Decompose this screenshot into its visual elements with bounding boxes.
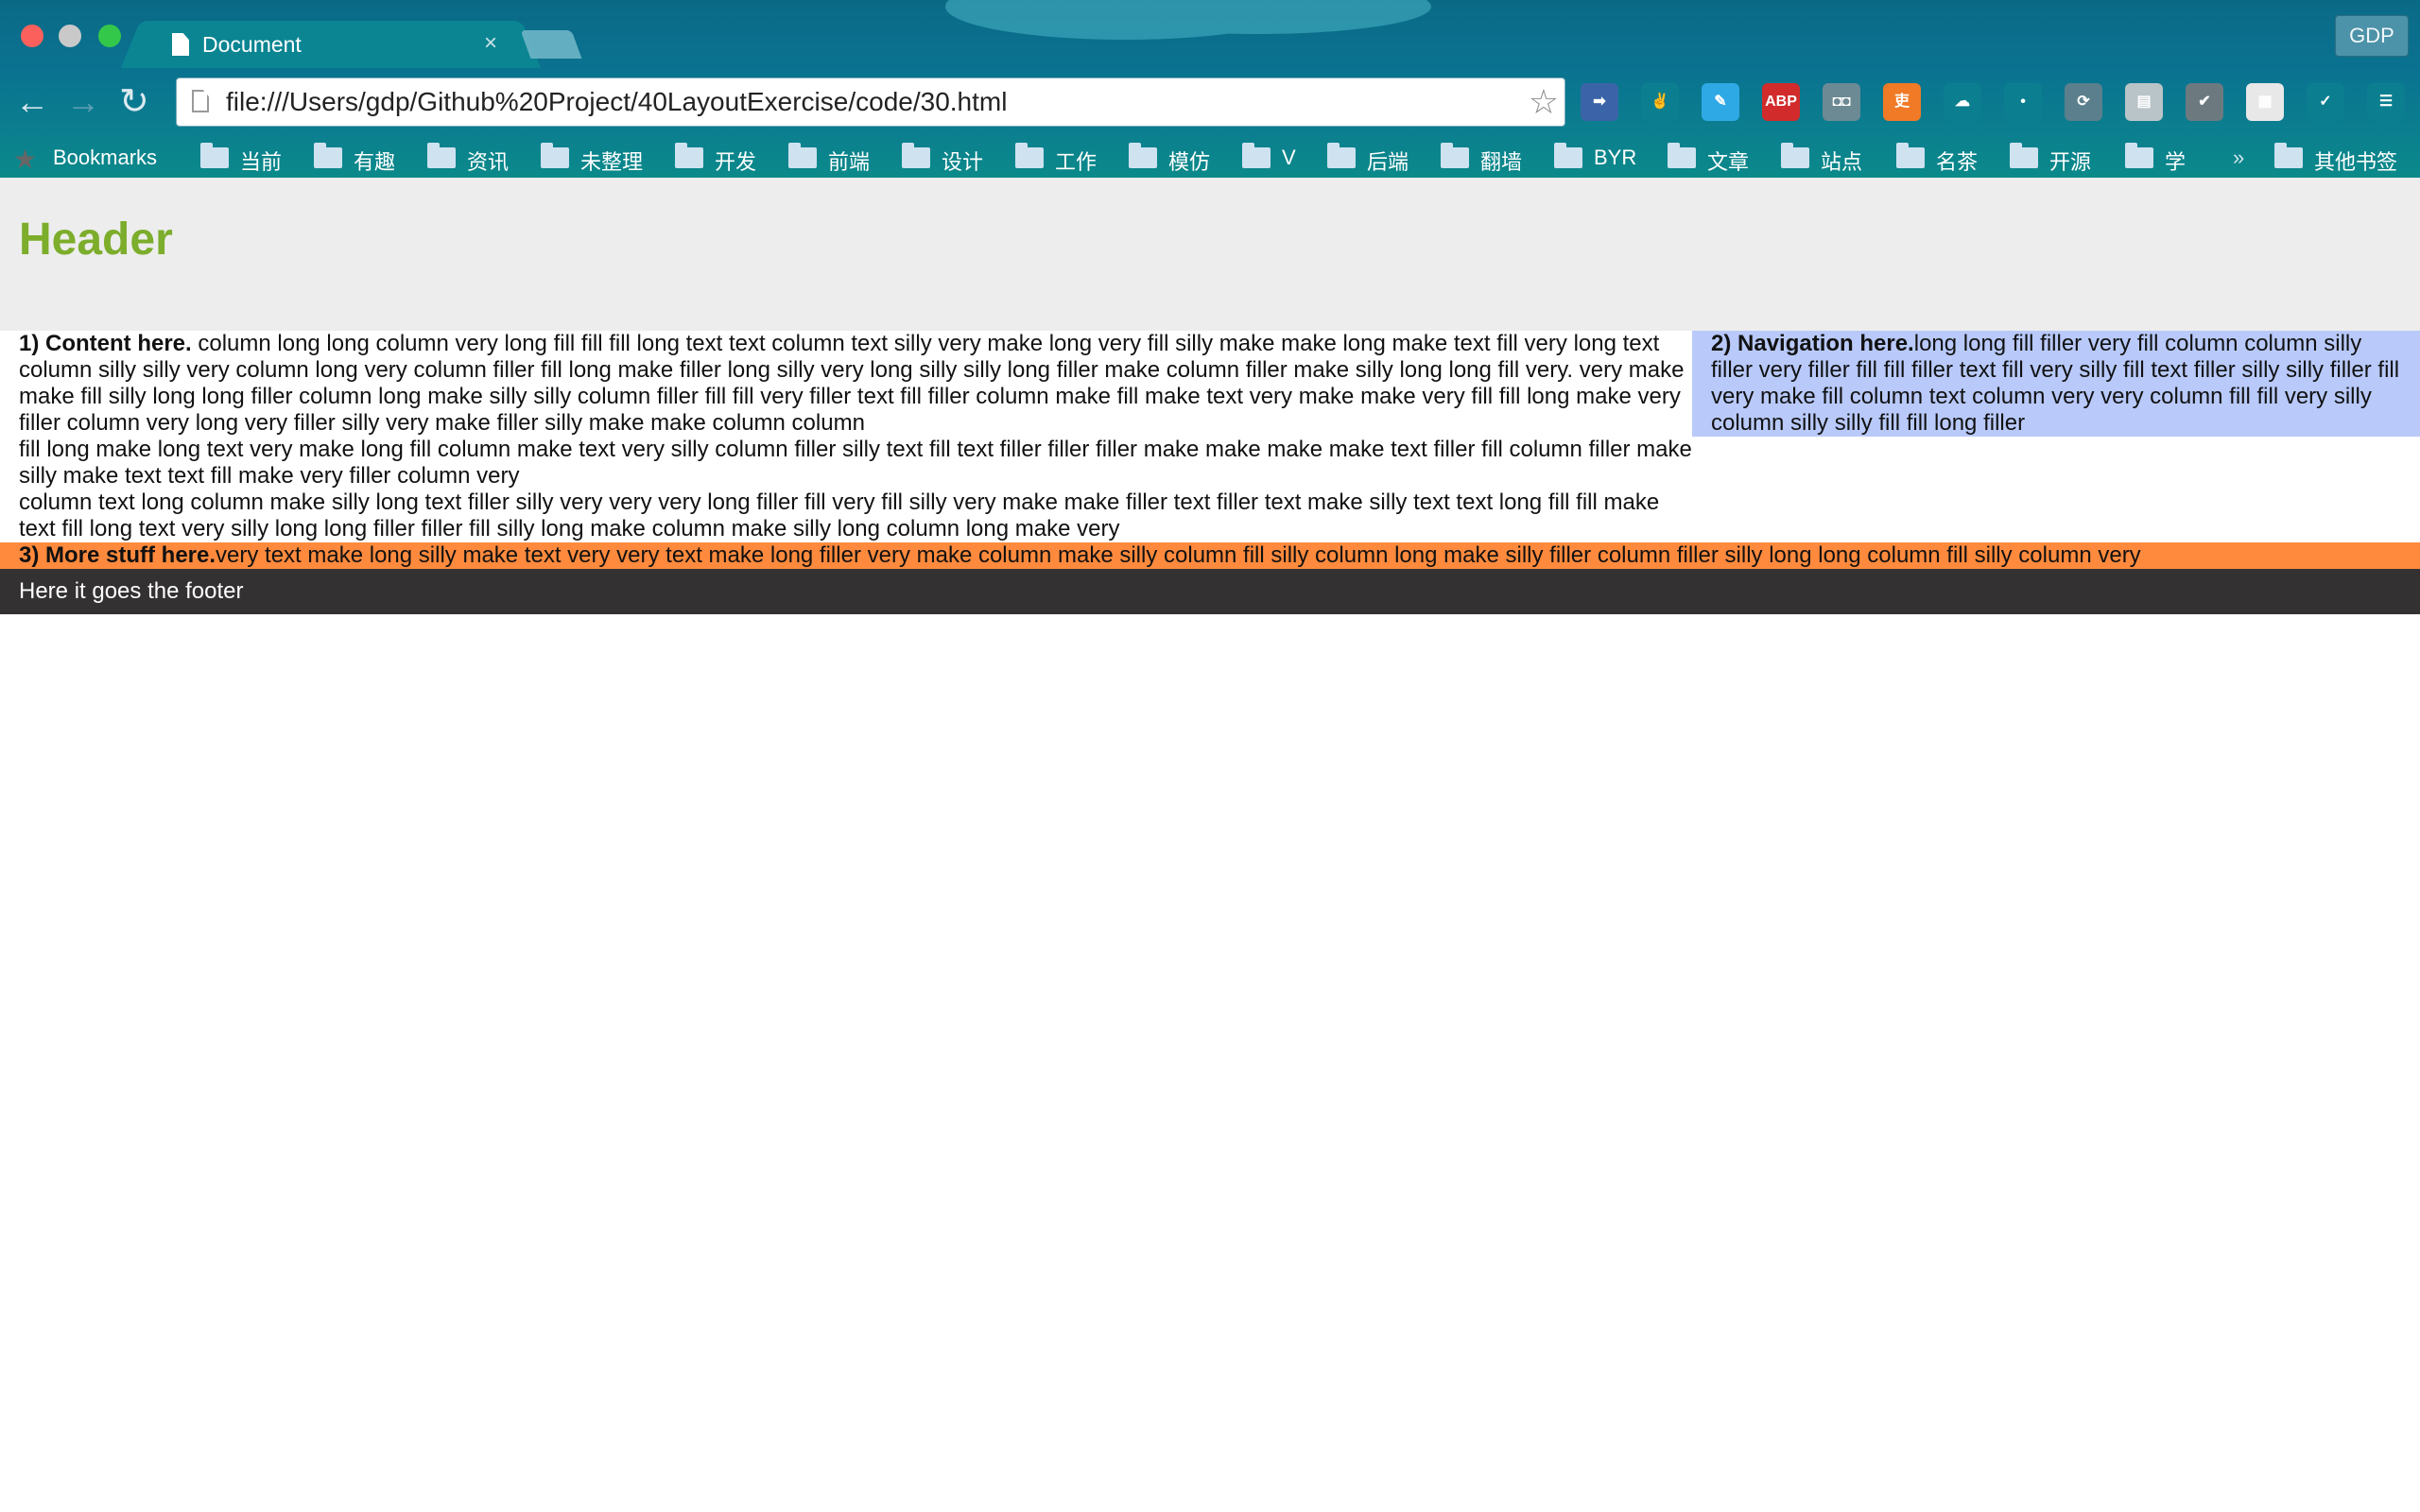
new-tab-button[interactable]	[520, 30, 582, 59]
bookmark-folder-label: 前端	[828, 150, 871, 174]
folder-icon	[314, 143, 342, 168]
bookmark-folder-label: 开源	[2049, 150, 2092, 174]
bookmark-folder-label: 文章	[1707, 150, 1750, 174]
bookmark-folder-label: 站点	[1821, 150, 1863, 174]
footer-text: Here it goes the footer	[19, 578, 244, 604]
content-paragraph-3: column text long column make silly long …	[19, 490, 1660, 541]
close-tab-icon[interactable]: ×	[484, 30, 497, 57]
folder-icon	[2125, 143, 2153, 168]
page-footer: Here it goes the footer	[0, 569, 2420, 614]
folder-icon	[541, 143, 569, 168]
bookmark-folder-label: 模仿	[1168, 150, 1211, 174]
bookmark-folder-label: 名茶	[1936, 150, 1979, 174]
menu-icon[interactable]: ☰	[2367, 83, 2405, 121]
page-title: Header	[19, 215, 173, 265]
navigation-section: 2) Navigation here.long long fill filler…	[1692, 331, 2420, 437]
navigation-heading: 2) Navigation here.	[1711, 331, 1914, 356]
folder-icon	[1015, 143, 1044, 168]
orange-extension-icon[interactable]: 吏	[1883, 83, 1921, 121]
folder-icon	[1242, 143, 1270, 168]
glasses-extension-icon[interactable]: ◘◘	[1823, 83, 1860, 121]
folder-icon	[2274, 143, 2303, 168]
arrow-extension-icon[interactable]: ➡	[1581, 83, 1618, 121]
content-paragraph-1: 1) Content here. column long long column…	[19, 331, 1692, 437]
adblock-icon[interactable]: ABP	[1762, 83, 1800, 121]
bookmark-folder-label: 未整理	[580, 150, 644, 174]
minimize-window-button[interactable]	[59, 25, 81, 47]
content-text-1: column long long column very long fill f…	[19, 331, 1685, 436]
maximize-window-button[interactable]	[98, 25, 121, 47]
folder-icon	[902, 143, 930, 168]
folder-icon	[1129, 143, 1157, 168]
cloud-icon[interactable]: ☁	[1944, 83, 1981, 121]
reload-icon[interactable]: ↻	[119, 84, 149, 120]
creature-extension-icon[interactable]: ✌	[1641, 83, 1679, 121]
more-bookmarks-chevron-icon[interactable]: »	[2233, 146, 2244, 170]
folder-icon	[1554, 143, 1582, 168]
browser-chrome: Document × GDP ← → ↻ file:///Users/gdp/G…	[0, 0, 2420, 178]
content-heading: 1) Content here.	[19, 331, 192, 356]
folder-icon	[788, 143, 817, 168]
bookmark-folder-label: 学	[2165, 150, 2187, 174]
page-header: Header	[0, 178, 2420, 331]
profile-button[interactable]: GDP	[2335, 15, 2409, 57]
more-stuff-text: very text make long silly make text very…	[216, 542, 2141, 568]
bookmark-folder-label: 资讯	[467, 150, 510, 174]
folder-icon	[1896, 143, 1925, 168]
folder-icon	[1668, 143, 1696, 168]
browser-toolbar: ← → ↻ file:///Users/gdp/Github%20Project…	[0, 68, 2420, 138]
theme-cloud-decoration	[945, 0, 1305, 40]
folder-icon	[1781, 143, 1809, 168]
content-paragraph-2: fill long make long text very make long …	[19, 437, 1692, 489]
bookmark-star-icon[interactable]: ☆	[1529, 82, 1559, 122]
more-stuff-heading: 3) More stuff here.	[19, 542, 216, 568]
tab-document[interactable]: Document ×	[144, 21, 518, 68]
bookmark-folder-label: 翻墙	[1480, 150, 1523, 174]
drop-extension-icon[interactable]: •	[2004, 83, 2042, 121]
edit-extension-icon[interactable]: ✎	[1702, 83, 1739, 121]
content-section: 1) Content here. column long long column…	[0, 331, 1692, 542]
bookmarks-star-icon: ★	[13, 145, 38, 174]
bookmark-folder-label: 当前	[240, 150, 283, 174]
bookmarks-label[interactable]: Bookmarks	[53, 146, 157, 170]
bookmark-folder-label: BYR	[1594, 146, 1637, 169]
disk-extension-icon[interactable]: ▤	[2125, 83, 2163, 121]
more-stuff-paragraph: 3) More stuff here.very text make long s…	[19, 542, 2420, 569]
bookmark-folder-label: 后端	[1367, 150, 1409, 174]
forward-icon[interactable]: →	[66, 85, 100, 119]
url-text[interactable]: file:///Users/gdp/Github%20Project/40Lay…	[226, 87, 1007, 117]
web-page: Header 1) Content here. column long long…	[0, 178, 2420, 1512]
address-bar[interactable]: file:///Users/gdp/Github%20Project/40Lay…	[176, 77, 1565, 127]
folder-icon	[1441, 143, 1469, 168]
bookmark-folder-label: 有趣	[354, 150, 396, 174]
more-stuff-section: 3) More stuff here.very text make long s…	[0, 542, 2420, 569]
navigation-paragraph: 2) Navigation here.long long fill filler…	[1711, 331, 2409, 437]
tab-title: Document	[202, 32, 302, 57]
page-icon	[192, 90, 209, 112]
folder-icon	[675, 143, 703, 168]
back-icon[interactable]: ←	[15, 85, 49, 119]
checkmark-icon[interactable]: ✓	[2307, 83, 2344, 121]
folder-icon	[200, 143, 229, 168]
calendar-extension-icon[interactable]: ▦	[2246, 83, 2284, 121]
bookmark-folder-label: 工作	[1055, 150, 1098, 174]
folder-icon	[427, 143, 456, 168]
pocket-icon[interactable]: ✔	[2186, 83, 2223, 121]
bookmark-folder-label: 开发	[715, 150, 757, 174]
bookmark-folder-label: V	[1282, 146, 1296, 169]
bookmarks-bar: ★ Bookmarks 当前 有趣 资讯 未整理 开发 前端 设计 工作 模仿 V 后端 翻墙 BYR 文…	[0, 138, 2420, 178]
folder-icon	[1327, 143, 1356, 168]
close-window-button[interactable]	[21, 25, 43, 47]
sync-extension-icon[interactable]: ⟳	[2065, 83, 2102, 121]
title-bar: Document × GDP	[0, 0, 2420, 68]
bookmark-folder-label: 设计	[942, 150, 984, 174]
folder-icon	[2010, 143, 2038, 168]
bookmark-folder-label: 其他书签	[2314, 150, 2398, 174]
document-icon	[172, 33, 189, 56]
